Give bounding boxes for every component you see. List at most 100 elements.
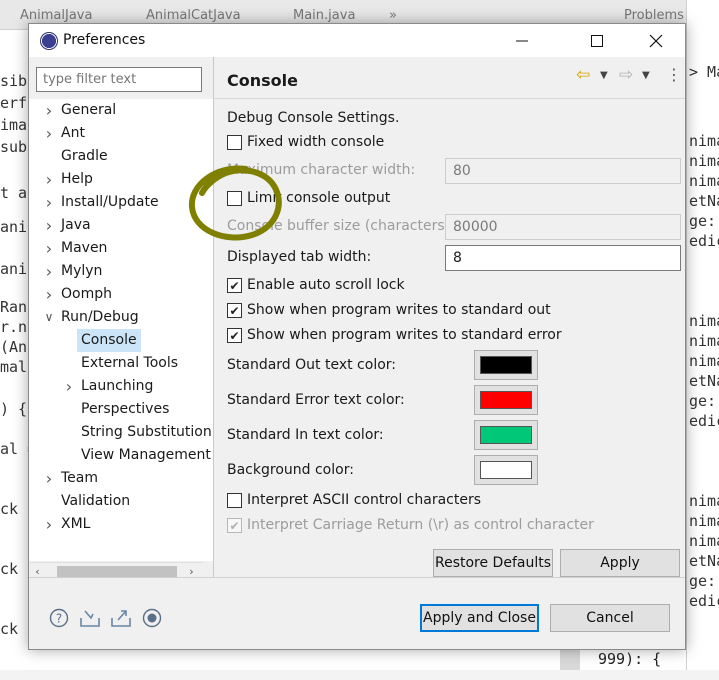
tree-item[interactable]: Validation [29,490,213,513]
restore-defaults-button[interactable]: Restore Defaults [433,549,553,577]
limit-console-output-checkbox[interactable] [227,191,242,206]
tree-item[interactable]: View Management [29,444,213,467]
interpret-cr-label: Interpret Carriage Return (\r) as contro… [247,517,594,533]
stderr-color-button[interactable] [474,385,538,415]
tree-item[interactable]: › Ant [29,122,213,145]
max-char-width-field[interactable] [445,158,681,184]
chevron-right-icon[interactable]: › [63,375,75,398]
editor-tab[interactable]: Main.java [293,8,355,23]
chevron-right-icon[interactable]: › [43,191,55,214]
code-line: nima [689,152,719,170]
export-icon[interactable] [110,608,131,628]
console-buffer-size-field[interactable] [445,214,681,240]
editor-code-bottom: 999): { [598,650,662,668]
tree-item[interactable]: ∨ Run/Debug [29,306,213,329]
code-line: anin [0,218,30,236]
console-buffer-size-label: Console buffer size (characters): [227,218,455,234]
chevron-right-icon[interactable]: › [43,283,55,306]
code-line: ge: [689,392,717,410]
help-icon[interactable]: ? [49,608,69,628]
tree-item-label: XML [61,516,91,532]
tab-width-label: Displayed tab width: [227,249,372,265]
preferences-nav-panel: › General › Ant Gradle › Help › Install/Update › J… [29,57,213,579]
preferences-dialog: Preferences › General › Ant Gradle › Help › Inst… [28,23,686,650]
chevron-right-icon[interactable]: › [43,260,55,283]
tree-item[interactable]: › Install/Update [29,191,213,214]
tree-item-label: Help [61,171,93,187]
stdout-color-button[interactable] [474,350,538,380]
tree-item[interactable]: Perspectives [29,398,213,421]
editor-scrollbar[interactable] [560,650,580,670]
fixed-width-console-checkbox[interactable] [227,135,242,150]
dialog-title: Preferences [63,32,146,48]
chevron-right-icon[interactable]: › [43,99,55,122]
tree-item-label: General [61,102,117,118]
chevron-right-icon[interactable]: › [43,168,55,191]
tab-width-field[interactable] [445,245,681,271]
code-line: ani [0,260,28,278]
code-line: edic [689,592,719,610]
tree-item[interactable]: › Java [29,214,213,237]
tree-item[interactable]: › Help [29,168,213,191]
tree-item-label: Mylyn [61,263,103,279]
chevron-right-icon[interactable]: › [43,214,55,237]
forward-dropdown-icon[interactable]: ▼ [642,70,650,94]
minimize-button[interactable] [499,24,545,57]
code-line: etNa [689,192,719,210]
tree-item[interactable]: Console [29,329,213,352]
stderr-color-label: Standard Error text color: [227,392,405,408]
import-icon[interactable] [79,608,100,628]
auto-scroll-lock-checkbox[interactable]: ✔ [227,278,242,293]
code-line: r.ne [0,318,30,336]
maximize-button[interactable] [574,24,620,57]
forward-arrow-icon[interactable]: ⇨ [619,65,633,89]
chevron-right-icon[interactable]: › [43,122,55,145]
tree-item[interactable]: String Substitution [29,421,213,444]
editor-tab[interactable]: AnimalCatJava [146,8,241,23]
show-stdout-checkbox[interactable]: ✔ [227,303,242,318]
problems-tab[interactable]: Problems [624,8,684,23]
oomph-record-icon[interactable] [142,608,162,628]
interpret-ascii-label: Interpret ASCII control characters [247,492,482,508]
scroll-thumb[interactable] [57,566,177,577]
apply-and-close-button[interactable]: Apply and Close [420,604,539,632]
chevron-down-icon[interactable]: ∨ [43,306,55,329]
tree-item[interactable]: External Tools [29,352,213,375]
tree-item[interactable]: › General [29,99,213,122]
code-line: (An [0,338,28,356]
filter-input[interactable] [36,67,202,92]
page-title: Console [227,71,298,90]
interpret-cr-checkbox[interactable]: ✔ [227,518,242,533]
close-button[interactable] [633,24,679,57]
chevron-right-icon[interactable]: › [43,237,55,260]
tree-item[interactable]: › Mylyn [29,260,213,283]
tree-item-label: Gradle [61,148,108,164]
editor-tab[interactable]: AnimalJava [20,8,92,23]
tree-item[interactable]: › Oomph [29,283,213,306]
tree-item-label: Oomph [61,286,112,302]
code-line: edic [689,232,719,250]
editor-tab-overflow[interactable]: » [389,8,397,23]
show-stderr-checkbox[interactable]: ✔ [227,328,242,343]
tree-item-label: Launching [81,378,154,394]
tree-item[interactable]: › Launching [29,375,213,398]
back-arrow-icon[interactable]: ⇦ [576,65,590,89]
chevron-right-icon[interactable]: › [43,513,55,536]
apply-button[interactable]: Apply [560,549,680,577]
code-line: > Ma [689,63,719,81]
tree-item[interactable]: › XML [29,513,213,536]
chevron-right-icon[interactable]: › [43,467,55,490]
back-dropdown-icon[interactable]: ▼ [600,70,608,94]
interpret-ascii-checkbox[interactable] [227,493,242,508]
tree-item[interactable]: › Team [29,467,213,490]
code-line: sibl [0,72,30,90]
cancel-button[interactable]: Cancel [550,604,670,632]
background-color-button[interactable] [474,455,538,485]
tree-item[interactable]: Gradle [29,145,213,168]
code-line: etNa [689,372,719,390]
tree-item[interactable]: › Maven [29,237,213,260]
code-line: nima [689,512,719,530]
stdin-color-button[interactable] [474,420,538,450]
code-line: nima [689,312,719,330]
view-menu-icon[interactable]: ⋮ [666,65,682,89]
